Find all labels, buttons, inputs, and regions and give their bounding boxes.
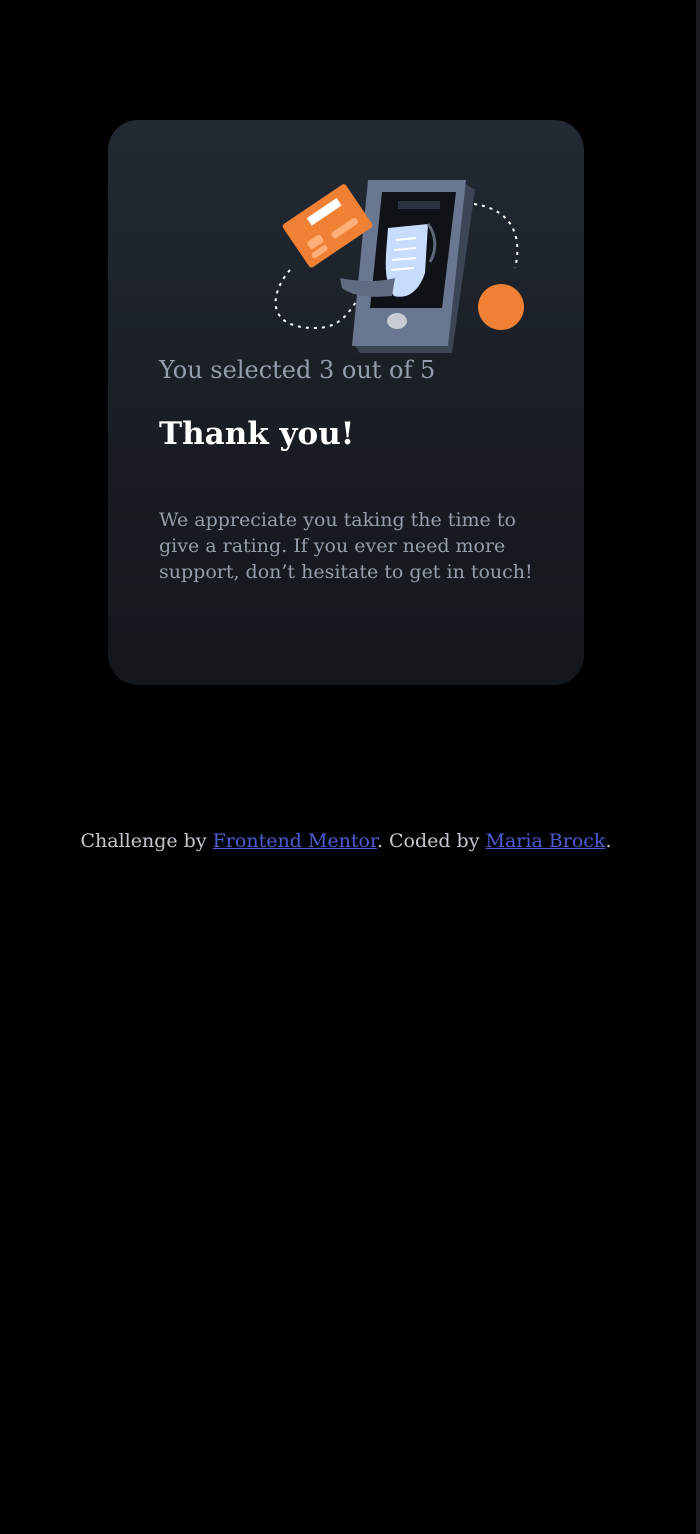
phone-payment-illustration-icon — [274, 180, 524, 353]
frontend-mentor-link[interactable]: Frontend Mentor — [213, 830, 377, 852]
author-link[interactable]: Maria Brock — [486, 830, 606, 852]
scrollbar-edge — [696, 0, 700, 1534]
page-title: Thank you! — [159, 416, 355, 452]
thank-you-message: We appreciate you taking the time to giv… — [159, 509, 533, 583]
attribution-footer: Challenge by Frontend Mentor. Coded by M… — [0, 830, 692, 852]
rating-selected-text: You selected 3 out of 5 — [159, 356, 436, 384]
attribution-middle: . Coded by — [376, 830, 486, 852]
thank-you-card: You selected 3 out of 5 Thank you! We ap… — [108, 120, 584, 685]
attribution-prefix: Challenge by — [80, 830, 213, 852]
attribution-suffix: . — [605, 830, 612, 852]
